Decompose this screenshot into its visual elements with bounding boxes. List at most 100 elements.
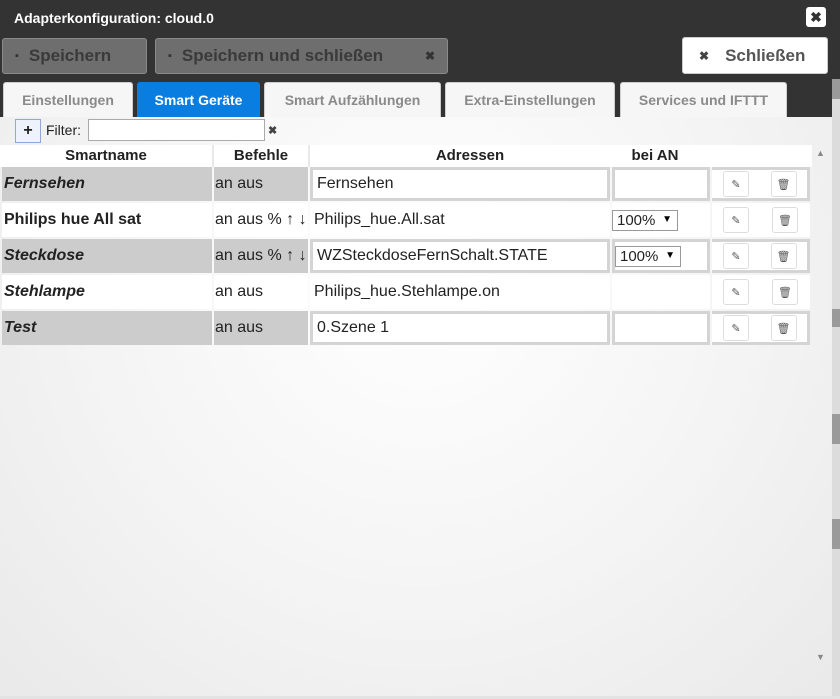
scroll-up-arrow-icon[interactable]: ▲: [816, 148, 825, 158]
strip-mark: [832, 414, 840, 444]
row-edit-cell: ✎: [712, 167, 760, 201]
row-edit-cell: ✎: [712, 203, 760, 237]
row-smartname[interactable]: Steckdose: [2, 239, 212, 273]
title-bar: Adapterkonfiguration: cloud.0 ✖: [0, 0, 840, 35]
pencil-icon: ✎: [731, 322, 741, 335]
edit-button[interactable]: ✎: [723, 315, 749, 341]
clear-filter-icon[interactable]: ✖: [268, 124, 277, 137]
header-adressen: Adressen: [435, 147, 505, 164]
edit-button[interactable]: ✎: [723, 171, 749, 197]
plus-icon: +: [23, 122, 33, 139]
row-bei-an: 100% ▼: [612, 239, 710, 273]
row-adresse[interactable]: WZSteckdoseFernSchalt.STATE: [310, 239, 610, 273]
tab-extra-einstellungen[interactable]: Extra-Einstellungen: [445, 82, 615, 117]
close-icon: ✖: [424, 49, 435, 63]
bei-an-select[interactable]: 100% ▼: [612, 209, 678, 231]
pencil-icon: ✎: [731, 178, 741, 191]
row-befehle: an aus % ↑ ↓: [214, 203, 308, 237]
row-edit-cell: ✎: [712, 275, 760, 309]
row-befehle: an aus % ↑ ↓: [214, 239, 308, 273]
save-button-label: Speichern: [28, 46, 112, 65]
pencil-icon: ✎: [731, 250, 741, 263]
save-and-close-label: Speichern und schließen: [181, 46, 384, 65]
floppy-icon: ▪: [168, 50, 172, 62]
table-row: Stehlampe an aus Philips_hue.Stehlampe.o…: [0, 275, 812, 311]
delete-button[interactable]: 🗑: [770, 315, 797, 341]
tab-smart-geraete[interactable]: Smart Geräte: [137, 82, 260, 117]
row-delete-cell: 🗑: [760, 311, 810, 345]
window-title: Adapterkonfiguration: cloud.0: [14, 9, 214, 26]
row-adresse[interactable]: Philips_hue.All.sat: [310, 203, 610, 237]
floppy-icon: ▪: [15, 50, 19, 62]
filter-label: Filter:: [46, 122, 81, 138]
row-delete-cell: 🗑: [760, 203, 810, 237]
header-bei-an: bei AN: [631, 147, 679, 164]
trash-icon: 🗑: [776, 322, 791, 335]
strip-mark: [832, 519, 840, 549]
close-button[interactable]: ✖ Schließen: [682, 37, 828, 74]
tab-smart-aufzaehlungen[interactable]: Smart Aufzählungen: [264, 82, 441, 117]
row-edit-cell: ✎: [712, 311, 760, 345]
close-button-label: Schließen: [725, 45, 806, 65]
bei-an-value: 100%: [617, 211, 656, 229]
row-delete-cell: 🗑: [760, 275, 810, 309]
caret-down-icon: ▼: [662, 213, 672, 225]
row-bei-an: [612, 167, 710, 201]
header-smartname: Smartname: [65, 147, 147, 164]
row-smartname[interactable]: Philips hue All sat: [2, 203, 212, 237]
filter-input[interactable]: [88, 119, 265, 141]
table-row: Philips hue All sat an aus % ↑ ↓ Philips…: [0, 203, 812, 239]
row-adresse[interactable]: Fernsehen: [310, 167, 610, 201]
bei-an-select[interactable]: 100% ▼: [615, 245, 681, 267]
caret-down-icon: ▼: [665, 249, 675, 261]
row-befehle: an aus: [214, 167, 308, 201]
row-adresse[interactable]: Philips_hue.Stehlampe.on: [310, 275, 610, 309]
row-smartname[interactable]: Fernsehen: [2, 167, 212, 201]
add-device-button[interactable]: +: [15, 119, 41, 143]
pencil-icon: ✎: [731, 214, 741, 227]
row-befehle: an aus: [214, 275, 308, 309]
delete-button[interactable]: 🗑: [770, 171, 797, 197]
row-edit-cell: ✎: [712, 239, 760, 273]
row-delete-cell: 🗑: [760, 167, 810, 201]
filter-row: + Filter: ✖: [0, 117, 832, 145]
tab-services-ifttt[interactable]: Services und IFTTT: [620, 82, 787, 117]
right-scroll-strip: [832, 79, 840, 699]
row-smartname[interactable]: Test: [2, 311, 212, 345]
trash-icon: 🗑: [776, 178, 791, 191]
trash-icon: 🗑: [778, 214, 792, 227]
toolbar: ▪ Speichern ▪ Speichern und schließen ✖ …: [0, 35, 840, 79]
header-befehle: Befehle: [233, 147, 289, 164]
adapter-config-dialog: Adapterkonfiguration: cloud.0 ✖ ▪ Speich…: [0, 0, 840, 699]
row-bei-an: [612, 275, 710, 309]
row-bei-an: 100% ▼: [612, 203, 710, 237]
save-button[interactable]: ▪ Speichern: [2, 38, 147, 74]
pencil-icon: ✎: [731, 286, 741, 299]
edit-button[interactable]: ✎: [723, 243, 749, 269]
edit-button[interactable]: ✎: [723, 207, 749, 233]
table-header: Smartname Befehle Adressen bei AN: [0, 145, 812, 167]
edit-button[interactable]: ✎: [723, 279, 749, 305]
delete-button[interactable]: 🗑: [770, 243, 797, 269]
trash-icon: 🗑: [778, 286, 792, 299]
row-bei-an: [612, 311, 710, 345]
trash-icon: 🗑: [776, 250, 791, 263]
window-close-icon[interactable]: ✖: [806, 7, 826, 27]
row-befehle: an aus: [214, 311, 308, 345]
tab-einstellungen[interactable]: Einstellungen: [3, 82, 133, 117]
table-row: Test an aus 0.Szene 1 ✎ 🗑: [0, 311, 812, 347]
table-row: Fernsehen an aus Fernsehen ✎ 🗑: [0, 167, 812, 203]
save-and-close-button[interactable]: ▪ Speichern und schließen ✖: [155, 38, 448, 74]
scroll-down-arrow-icon[interactable]: ▼: [816, 652, 825, 662]
close-icon: ✖: [699, 48, 710, 63]
delete-button[interactable]: 🗑: [772, 279, 798, 305]
row-delete-cell: 🗑: [760, 239, 810, 273]
delete-button[interactable]: 🗑: [772, 207, 798, 233]
table-row: Steckdose an aus % ↑ ↓ WZSteckdoseFernSc…: [0, 239, 812, 275]
row-adresse[interactable]: 0.Szene 1: [310, 311, 610, 345]
tab-bar: Einstellungen Smart Geräte Smart Aufzähl…: [0, 79, 832, 117]
row-smartname[interactable]: Stehlampe: [2, 275, 212, 309]
strip-mark: [832, 79, 840, 99]
bei-an-value: 100%: [620, 247, 659, 265]
strip-mark: [832, 309, 840, 327]
